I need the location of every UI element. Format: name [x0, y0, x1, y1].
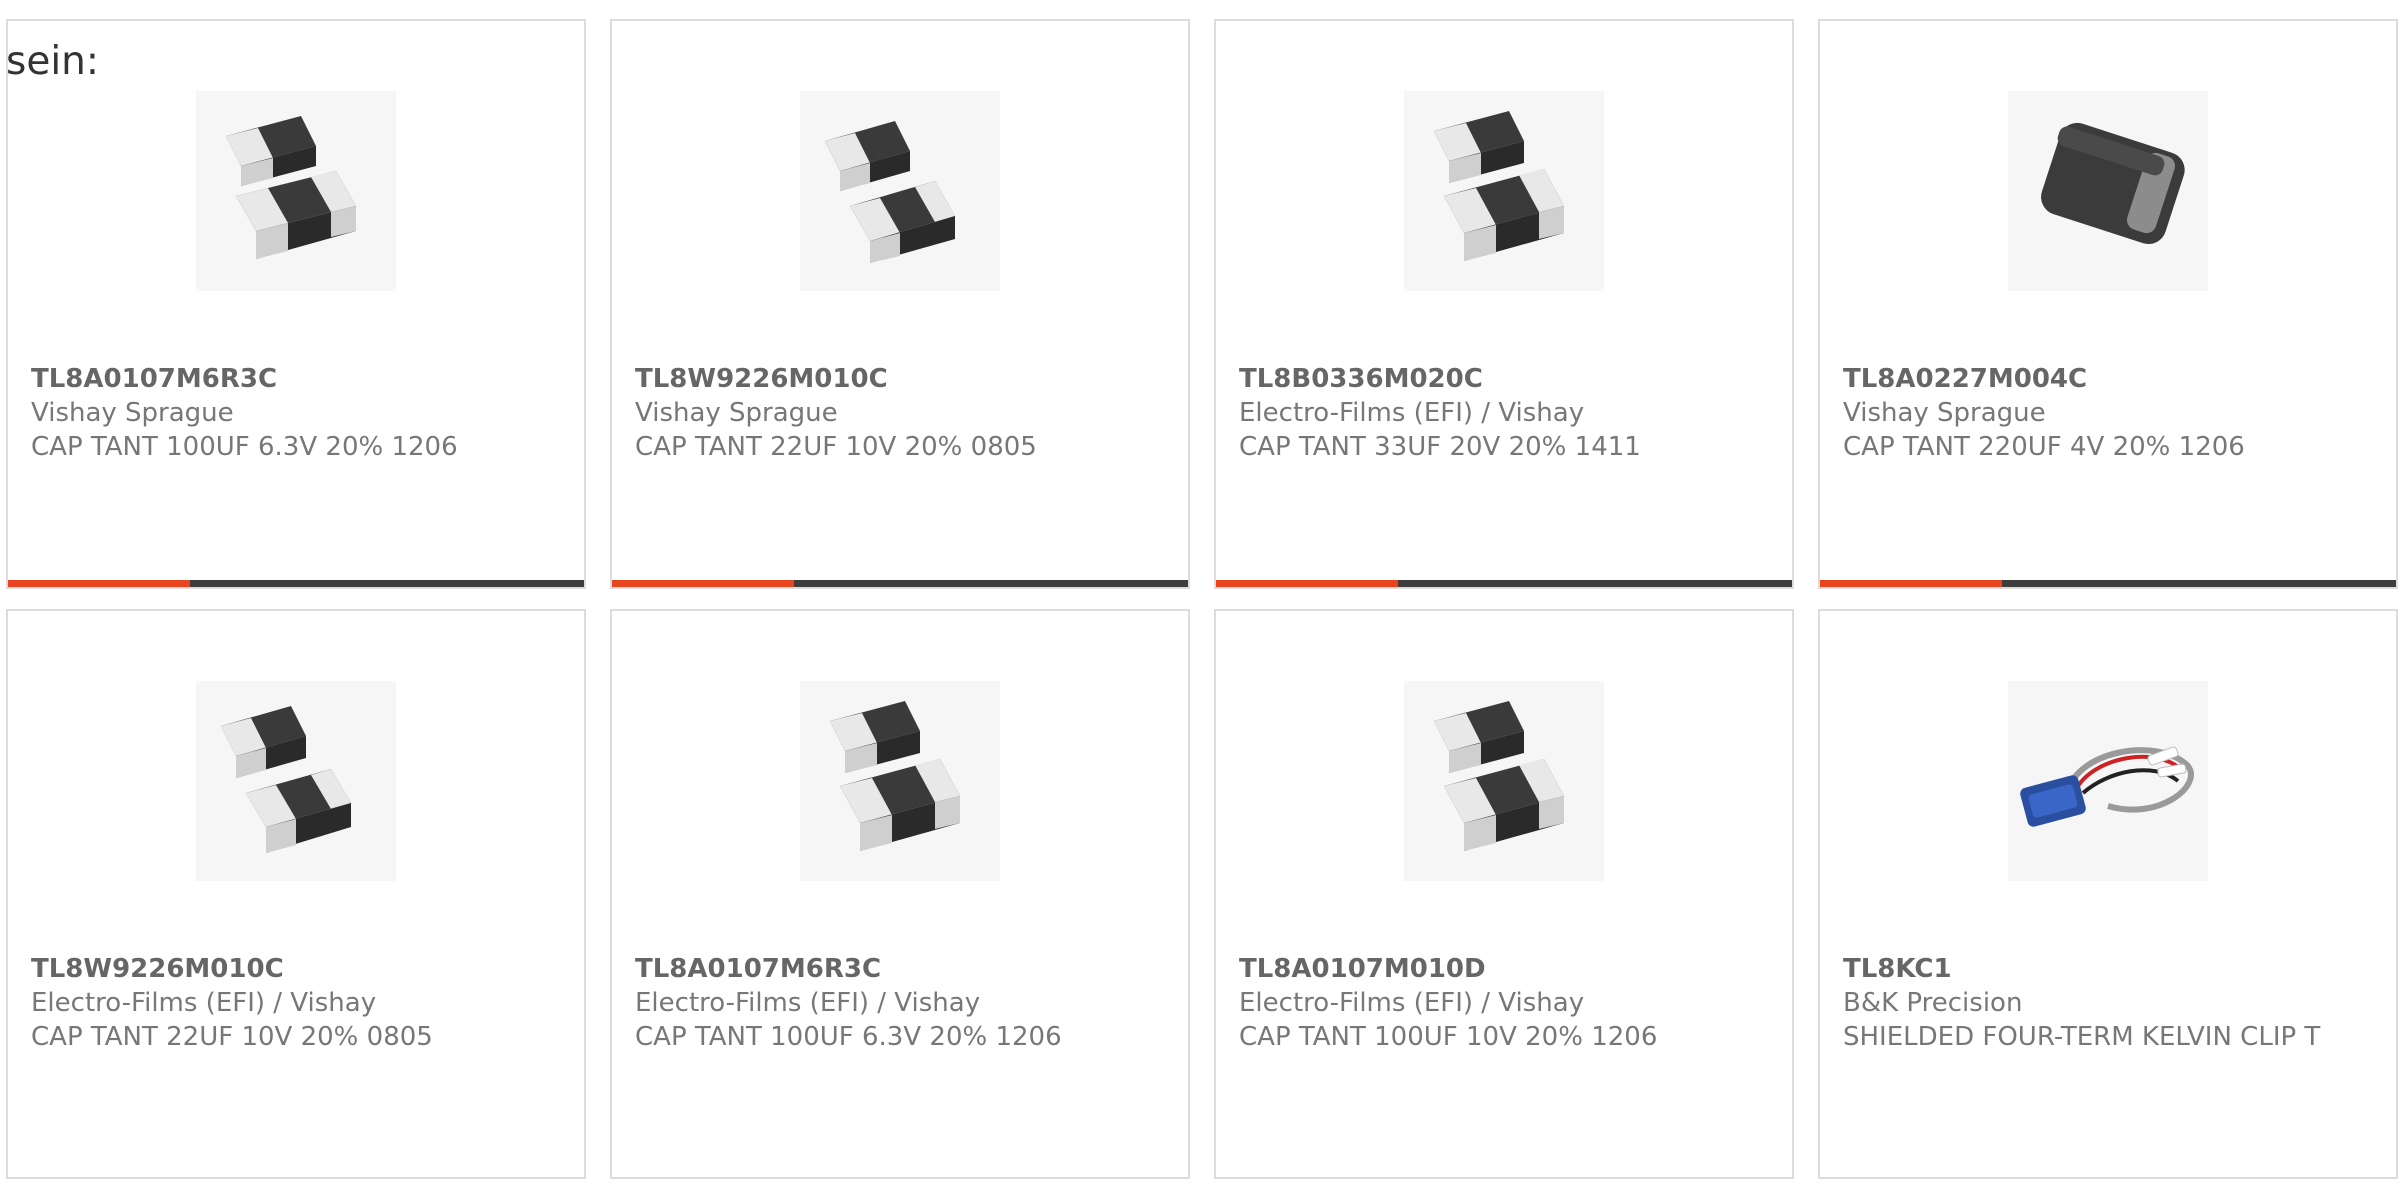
part-number[interactable]: TL8W9226M010C	[635, 362, 1168, 396]
product-info: TL8A0107M6R3C Vishay Sprague CAP TANT 10…	[31, 362, 564, 464]
product-image[interactable]	[2008, 681, 2208, 881]
card-bottom-bar	[612, 580, 1188, 587]
molded-capacitor-icon	[2041, 122, 2185, 245]
smd-capacitor-icon	[830, 701, 960, 851]
product-card[interactable]: TL8B0336M020C Electro-Films (EFI) / Vish…	[1214, 19, 1794, 589]
card-bottom-bar	[8, 580, 584, 587]
manufacturer: B&K Precision	[1843, 988, 2023, 1018]
product-image[interactable]	[196, 681, 396, 881]
product-card[interactable]: TL8W9226M010C Electro-Films (EFI) / Vish…	[6, 609, 586, 1179]
product-image[interactable]	[1404, 91, 1604, 291]
product-card[interactable]: TL8KC1 B&K Precision SHIELDED FOUR-TERM …	[1818, 609, 2398, 1179]
description: CAP TANT 100UF 10V 20% 1206	[1239, 1022, 1658, 1052]
product-image[interactable]	[2008, 91, 2208, 291]
part-number[interactable]: TL8A0107M010D	[1239, 952, 1772, 986]
product-grid: TL8A0107M6R3C Vishay Sprague CAP TANT 10…	[6, 19, 2398, 1179]
product-info: TL8W9226M010C Vishay Sprague CAP TANT 22…	[635, 362, 1168, 464]
kelvin-clip-icon	[2020, 746, 2194, 827]
description: CAP TANT 33UF 20V 20% 1411	[1239, 432, 1641, 462]
smd-capacitor-icon	[221, 706, 351, 853]
card-bottom-bar	[1820, 580, 2396, 587]
smd-capacitor-icon	[1434, 111, 1564, 261]
product-info: TL8A0107M010D Electro-Films (EFI) / Vish…	[1239, 952, 1772, 1054]
manufacturer: Vishay Sprague	[635, 398, 838, 428]
description: CAP TANT 100UF 6.3V 20% 1206	[635, 1022, 1062, 1052]
product-card[interactable]: TL8A0107M6R3C Vishay Sprague CAP TANT 10…	[6, 19, 586, 589]
card-bar-accent	[612, 580, 794, 587]
product-info: TL8A0227M004C Vishay Sprague CAP TANT 22…	[1843, 362, 2376, 464]
part-number[interactable]: TL8A0227M004C	[1843, 362, 2376, 396]
product-card[interactable]: TL8A0107M6R3C Electro-Films (EFI) / Vish…	[610, 609, 1190, 1179]
product-info: TL8W9226M010C Electro-Films (EFI) / Vish…	[31, 952, 564, 1054]
description: CAP TANT 22UF 10V 20% 0805	[635, 432, 1037, 462]
description: CAP TANT 220UF 4V 20% 1206	[1843, 432, 2245, 462]
card-bar-accent	[1216, 580, 1398, 587]
manufacturer: Vishay Sprague	[31, 398, 234, 428]
description: CAP TANT 100UF 6.3V 20% 1206	[31, 432, 458, 462]
manufacturer: Electro-Films (EFI) / Vishay	[31, 988, 377, 1018]
description: SHIELDED FOUR-TERM KELVIN CLIP T	[1843, 1022, 2321, 1052]
part-number[interactable]: TL8A0107M6R3C	[635, 952, 1168, 986]
manufacturer: Vishay Sprague	[1843, 398, 2046, 428]
part-number[interactable]: TL8B0336M020C	[1239, 362, 1772, 396]
smd-capacitor-icon	[825, 121, 955, 263]
product-image[interactable]	[800, 681, 1000, 881]
smd-capacitor-icon	[1434, 701, 1564, 851]
part-number[interactable]: TL8W9226M010C	[31, 952, 564, 986]
product-info: TL8KC1 B&K Precision SHIELDED FOUR-TERM …	[1843, 952, 2376, 1054]
card-bottom-bar	[1216, 580, 1792, 587]
product-card[interactable]: TL8A0227M004C Vishay Sprague CAP TANT 22…	[1818, 19, 2398, 589]
card-bar-accent	[8, 580, 190, 587]
product-image[interactable]	[196, 91, 396, 291]
part-number[interactable]: TL8KC1	[1843, 952, 2376, 986]
product-card[interactable]: TL8W9226M010C Vishay Sprague CAP TANT 22…	[610, 19, 1190, 589]
intro-text: sein:	[6, 39, 100, 84]
manufacturer: Electro-Films (EFI) / Vishay	[1239, 988, 1585, 1018]
manufacturer: Electro-Films (EFI) / Vishay	[635, 988, 981, 1018]
product-card[interactable]: TL8A0107M010D Electro-Films (EFI) / Vish…	[1214, 609, 1794, 1179]
product-info: TL8B0336M020C Electro-Films (EFI) / Vish…	[1239, 362, 1772, 464]
description: CAP TANT 22UF 10V 20% 0805	[31, 1022, 433, 1052]
card-bar-accent	[1820, 580, 2002, 587]
manufacturer: Electro-Films (EFI) / Vishay	[1239, 398, 1585, 428]
product-image[interactable]	[1404, 681, 1604, 881]
product-info: TL8A0107M6R3C Electro-Films (EFI) / Vish…	[635, 952, 1168, 1054]
product-image[interactable]	[800, 91, 1000, 291]
part-number[interactable]: TL8A0107M6R3C	[31, 362, 564, 396]
smd-capacitor-icon	[226, 116, 356, 259]
